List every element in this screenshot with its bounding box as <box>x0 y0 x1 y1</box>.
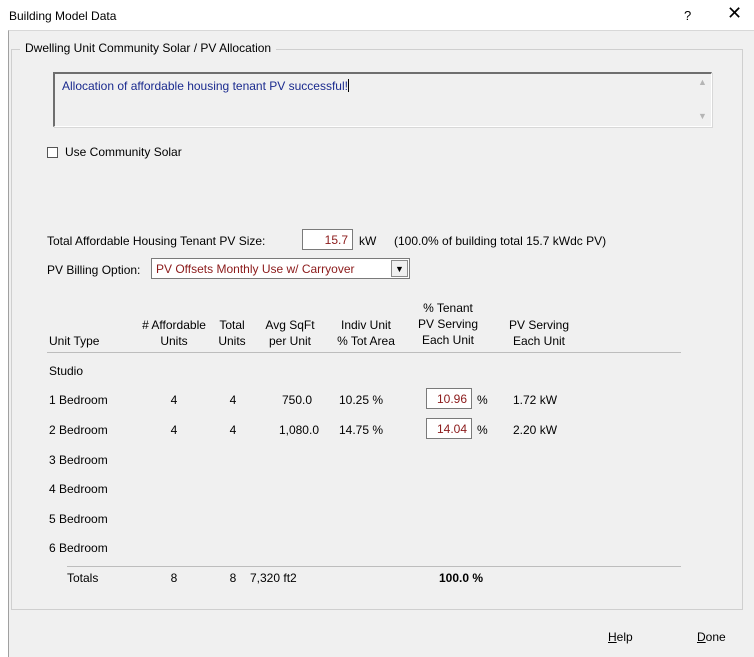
scroll-down-icon[interactable]: ▼ <box>698 111 707 121</box>
row-unit-type: 1 Bedroom <box>49 393 108 407</box>
header-total-units: Total Units <box>206 317 258 349</box>
row-affordable-units: 4 <box>170 423 178 437</box>
header-tenant-line2: PV Serving <box>417 317 479 331</box>
help-button[interactable]: Help <box>608 630 633 644</box>
help-icon[interactable]: ? <box>684 8 691 23</box>
totals-units: 8 <box>229 571 237 585</box>
row-tenant-pct-input[interactable]: 10.96 <box>426 388 472 409</box>
close-icon[interactable]: ✕ <box>727 3 742 24</box>
help-button-accel: H <box>608 630 617 644</box>
row-affordable-units: 4 <box>170 393 178 407</box>
pv-size-note: (100.0% of building total 15.7 kWdc PV) <box>394 234 607 248</box>
community-solar-checkbox-row[interactable]: Use Community Solar <box>47 145 182 159</box>
header-serving-line2: Each Unit <box>512 334 566 348</box>
pv-size-label: Total Affordable Housing Tenant PV Size: <box>47 234 266 248</box>
header-tenant-line1: % Tenant <box>423 301 473 315</box>
header-serving-line1: PV Serving <box>508 318 570 332</box>
header-indiv-unit: Indiv Unit % Tot Area <box>326 317 406 349</box>
header-avg-line1: Avg SqFt <box>265 318 315 332</box>
row-tenant-pct-input[interactable]: 14.04 <box>426 418 472 439</box>
pv-size-input[interactable]: 15.7 <box>302 229 353 250</box>
row-indiv-area: 14.75 % <box>339 423 384 437</box>
header-avg-sqft: Avg SqFt per Unit <box>254 317 326 349</box>
totals-divider <box>67 566 681 567</box>
header-avg-line2: per Unit <box>268 334 312 348</box>
help-button-label: elp <box>616 630 633 644</box>
row-avg-sqft: 1,080.0 <box>278 423 319 437</box>
done-button-accel: D <box>697 630 706 644</box>
header-indiv-line2: % Tot Area <box>337 334 395 348</box>
done-button[interactable]: Done <box>697 630 726 644</box>
row-total-units: 4 <box>229 393 237 407</box>
billing-option-select[interactable]: PV Offsets Monthly Use w/ Carryover ▼ <box>151 258 410 279</box>
status-message: Allocation of affordable housing tenant … <box>62 79 348 93</box>
window-title: Building Model Data <box>9 9 117 23</box>
totals-area: 7,320 ft2 <box>250 571 297 585</box>
header-unit-type: Unit Type <box>49 334 100 348</box>
totals-label: Totals <box>67 571 99 585</box>
header-indiv-line1: Indiv Unit <box>340 318 392 332</box>
row-pct-sign: % <box>477 393 488 407</box>
row-total-units: 4 <box>229 423 237 437</box>
groupbox-title: Dwelling Unit Community Solar / PV Alloc… <box>20 41 277 55</box>
row-unit-type: 4 Bedroom <box>49 482 108 496</box>
row-pv-serving: 1.72 kW <box>513 393 558 407</box>
row-avg-sqft: 750.0 <box>281 393 312 407</box>
header-divider <box>47 352 681 353</box>
billing-option-label: PV Billing Option: <box>47 263 141 277</box>
status-message-box[interactable]: Allocation of affordable housing tenant … <box>53 72 712 127</box>
row-unit-type: Studio <box>49 364 84 378</box>
row-pct-sign: % <box>477 423 488 437</box>
row-unit-type: 2 Bedroom <box>49 423 108 437</box>
pv-size-unit: kW <box>359 234 377 248</box>
billing-option-value: PV Offsets Monthly Use w/ Carryover <box>156 262 355 276</box>
row-pv-serving: 2.20 kW <box>513 423 558 437</box>
header-total-line2: Units <box>218 334 246 348</box>
community-solar-checkbox[interactable] <box>47 146 58 158</box>
header-pv-serving: PV Serving Each Unit <box>494 317 584 349</box>
chevron-down-icon[interactable]: ▼ <box>391 260 408 277</box>
header-tenant-line3: Each Unit <box>421 333 475 347</box>
row-indiv-area: 10.25 % <box>339 393 384 407</box>
header-total-line1: Total <box>219 318 245 332</box>
row-unit-type: 3 Bedroom <box>49 453 108 467</box>
message-scrollbar[interactable]: ▲ ▼ <box>694 74 711 126</box>
title-bar: Building Model Data ? ✕ <box>0 0 754 30</box>
totals-pct: 100.0 % <box>439 571 484 585</box>
row-unit-type: 5 Bedroom <box>49 512 108 526</box>
community-solar-label: Use Community Solar <box>65 145 182 159</box>
header-tenant-pv: % Tenant PV Serving Each Unit <box>408 300 488 348</box>
scroll-up-icon[interactable]: ▲ <box>698 77 707 87</box>
totals-affordable: 8 <box>170 571 178 585</box>
done-button-label: one <box>705 630 726 644</box>
row-unit-type: 6 Bedroom <box>49 541 108 555</box>
